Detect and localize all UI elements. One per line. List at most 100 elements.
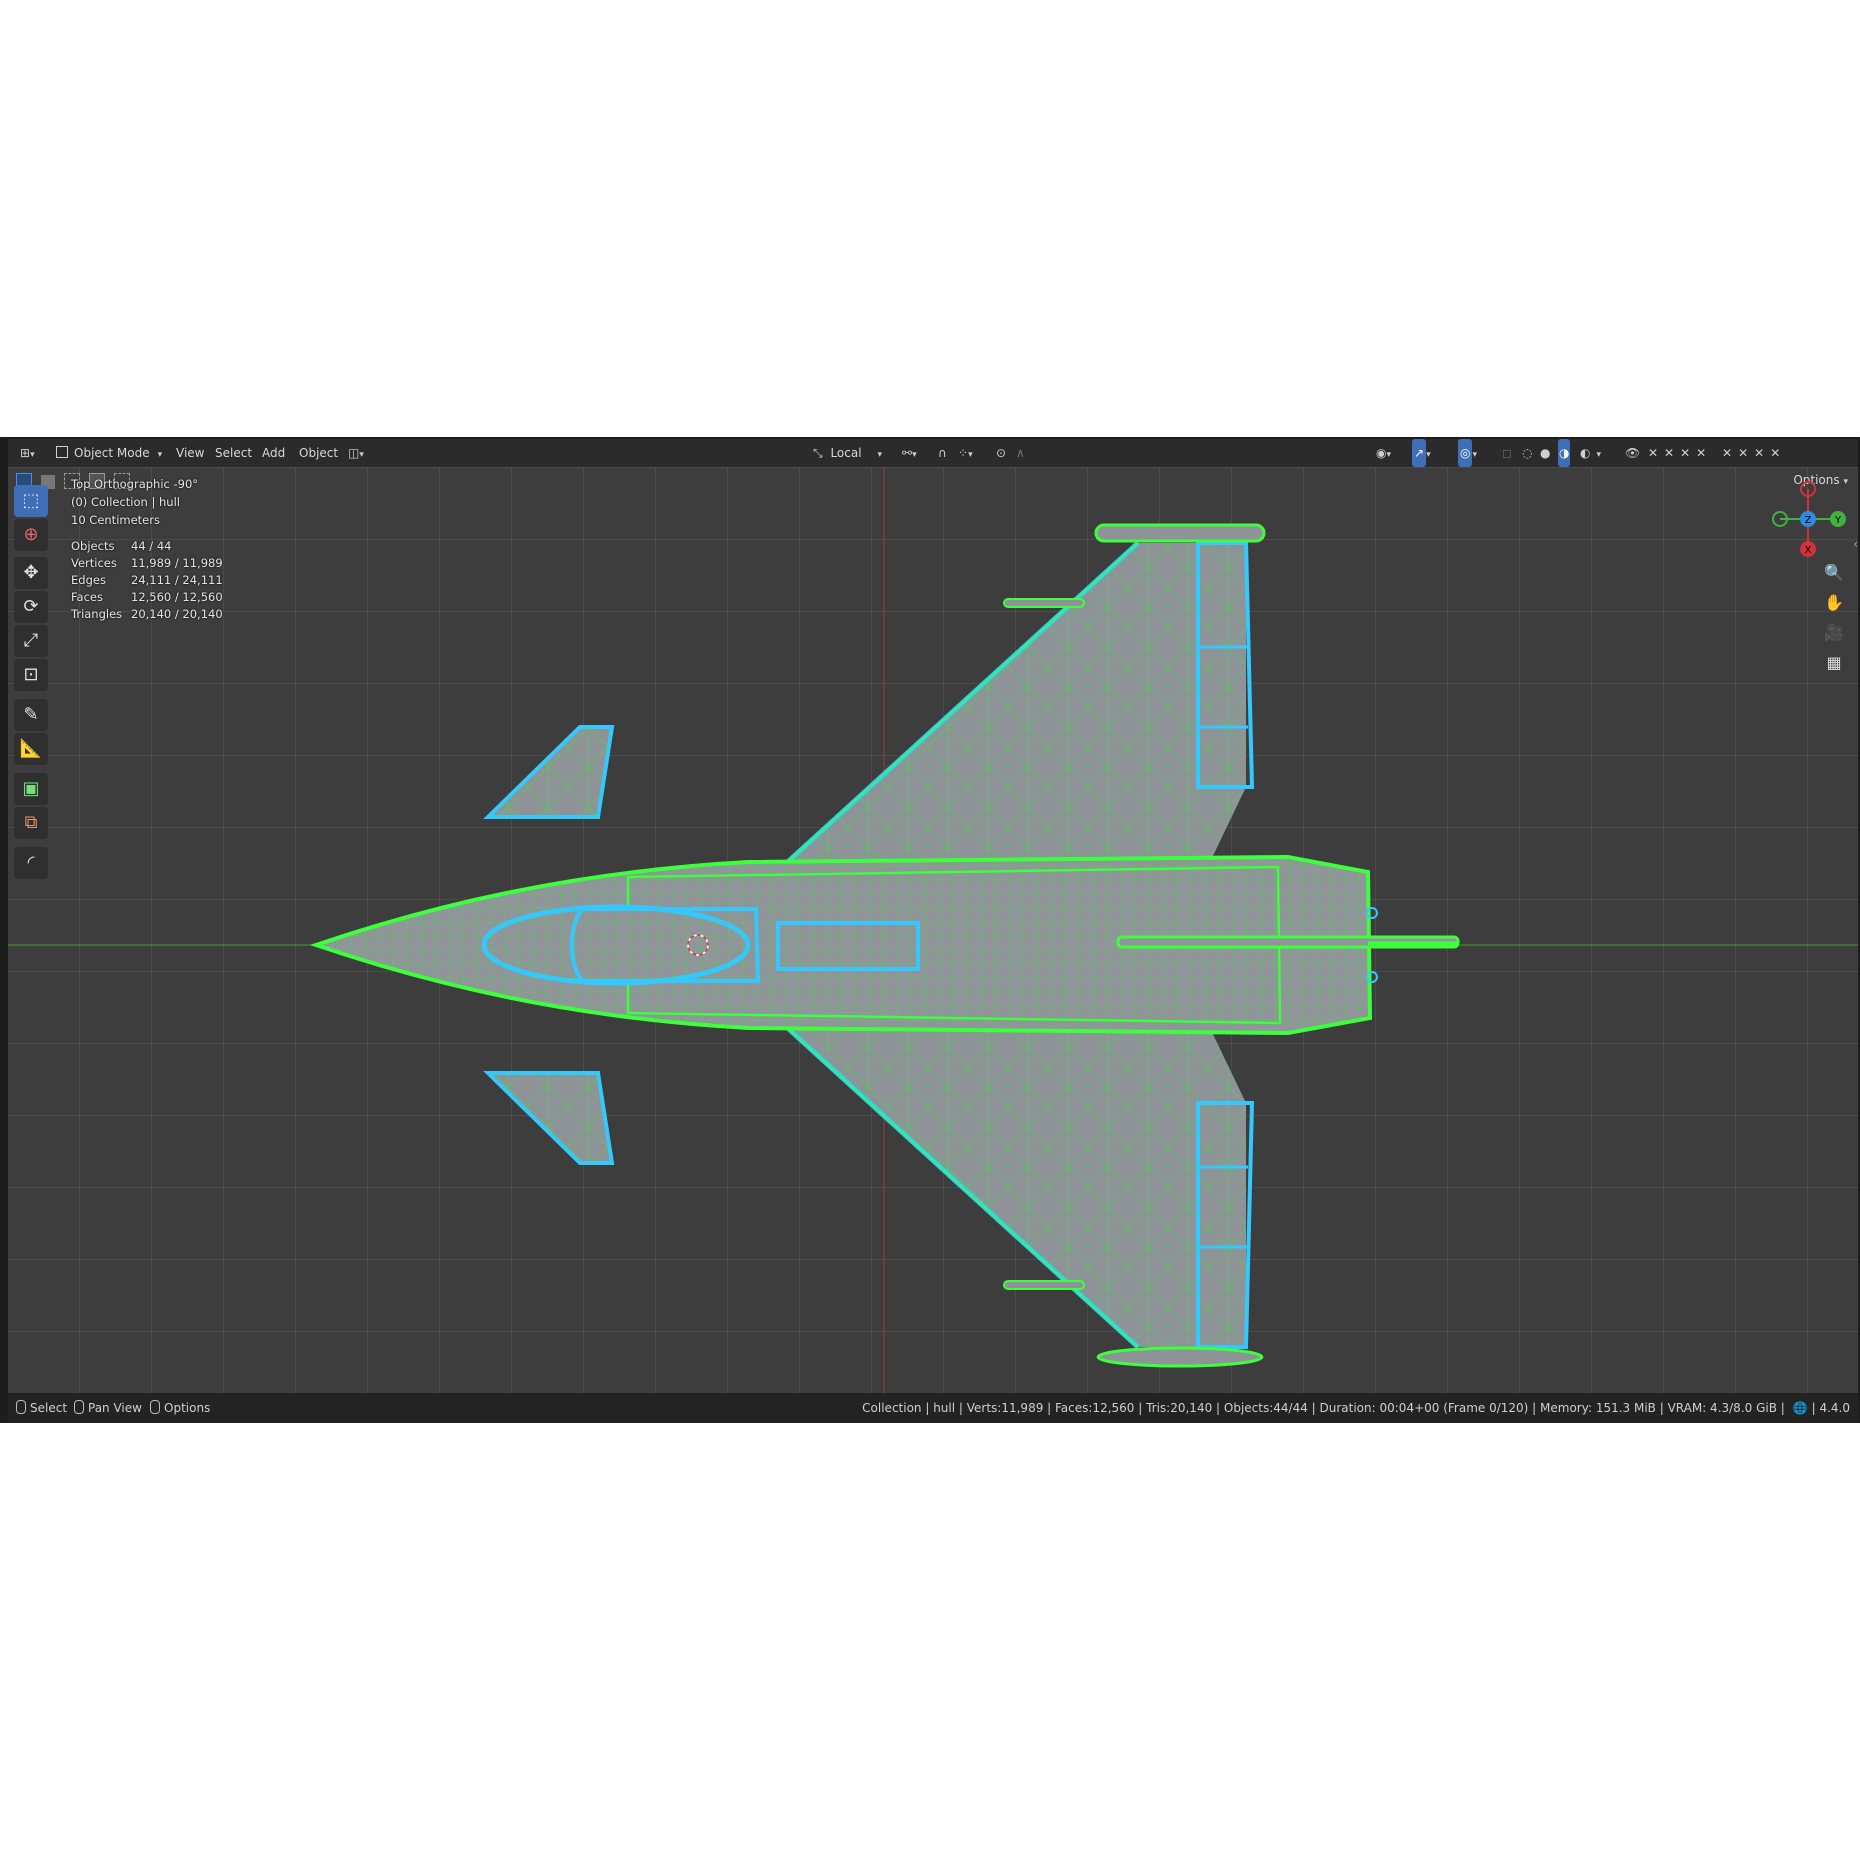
3d-viewport[interactable]: Options ▾ Top Orthographic -90° (0) Coll… (8, 467, 1858, 1393)
mode-label: Object Mode (74, 446, 150, 460)
transform-orientation-dropdown[interactable]: ⤡ Local ▾ (813, 439, 882, 467)
snap-toggle[interactable]: ∩ (938, 439, 947, 467)
stat-edges: Edges 24,111 / 24,111 (71, 573, 223, 587)
camera-icon: 🎥 (1824, 623, 1844, 642)
hint-label: Options (164, 1401, 211, 1415)
transform-pivot-icon: ⧉ (24, 812, 38, 833)
tool-move[interactable]: ✥ (14, 557, 48, 589)
canard-upper (483, 725, 615, 819)
gizmo-x-label: X (1805, 545, 1812, 556)
editor-type-button[interactable]: ⊞ ▾ (20, 439, 35, 467)
viewport-header: ⊞ ▾ Object Mode ▾ View Select Add Object … (8, 439, 1858, 467)
navigation-gizmo[interactable]: X Y Z (1768, 479, 1848, 559)
overlay-toggle[interactable]: ◎ ▾ (1458, 439, 1477, 467)
gizmo-toggle[interactable]: ↗ ▾ (1412, 439, 1431, 467)
shading-wireframe[interactable]: ◌ (1522, 439, 1532, 467)
snap-target-button[interactable]: ⁘ ▾ (958, 439, 973, 467)
tool-rotate[interactable]: ⟳ (14, 591, 48, 623)
tool-measure[interactable]: 📐 (14, 733, 48, 765)
menu-object[interactable]: Object (299, 439, 338, 467)
tool-scale[interactable]: ⤢ (14, 625, 48, 657)
layer-icon: ◫ (348, 446, 360, 460)
pivot-point-button[interactable]: ⚯ ▾ (902, 439, 917, 467)
gizmo-z-label: Z (1805, 515, 1812, 526)
shading-rendered[interactable]: ◐ ▾ (1580, 439, 1601, 467)
menu-view[interactable]: View (176, 439, 204, 467)
stat-value: 20,140 / 20,140 (131, 607, 223, 621)
pan-button[interactable]: ✋ (1820, 589, 1848, 617)
visibility-dropdown[interactable]: ◉ ▾ (1376, 439, 1391, 467)
scene-info: Collection | hull | Verts:11,989 | Faces… (862, 1401, 1785, 1415)
orientation-icon: ⤡ (813, 446, 823, 460)
status-bar: Select Pan View Options Collection | hul… (8, 1393, 1858, 1423)
tool-add-cube[interactable]: ▣ (14, 773, 48, 805)
stat-value: 24,111 / 24,111 (131, 573, 223, 587)
hint-select: Select (16, 1393, 67, 1423)
stat-value: 44 / 44 (131, 539, 172, 553)
pivot-icon: ⚯ (902, 446, 913, 460)
tool-select-box[interactable]: ⬚ (14, 485, 48, 517)
mouse-left-icon (16, 1400, 26, 1414)
overlay-icon: ◎ (1458, 439, 1473, 467)
wing-upper (756, 523, 1266, 891)
menu-add[interactable]: Add (262, 439, 285, 467)
proportional-edit-toggle[interactable]: ⊙ (996, 439, 1006, 467)
proportional-icon: ⊙ (996, 446, 1007, 460)
shading-material[interactable]: ◑ (1558, 439, 1571, 467)
restrict-icons: ✕✕✕✕ ✕✕✕✕ (1648, 446, 1787, 460)
tool-bend[interactable]: ◜ (14, 847, 48, 879)
toggle-ortho-button[interactable]: ▦ (1820, 649, 1848, 677)
chevron-down-icon: ▾ (1386, 450, 1392, 460)
falloff-button[interactable]: ∧ (1016, 439, 1025, 467)
xray-toggle[interactable]: ◻ (1502, 439, 1512, 467)
menu-select[interactable]: Select (215, 439, 252, 467)
hint-label: Pan View (88, 1401, 142, 1415)
chevron-down-icon: ▾ (968, 450, 973, 460)
wing-lower (756, 999, 1264, 1368)
tool-cursor[interactable]: ⊕ (14, 519, 48, 551)
measure-icon: 📐 (19, 738, 43, 759)
zoom-icon: 🔍 (1824, 563, 1844, 582)
tool-transform-pivot[interactable]: ⧉ (14, 807, 48, 839)
editor-type-icon: ⊞ (20, 446, 31, 460)
stat-label: Vertices (71, 556, 117, 570)
grid-scale: 10 Centimeters (71, 513, 160, 527)
tool-transform[interactable]: ⊡ (14, 659, 48, 691)
rendered-sphere-icon: ◐ (1580, 446, 1591, 460)
eye-icon: 👁 (1625, 446, 1641, 460)
solid-sphere-icon: ● (1540, 446, 1551, 460)
add-cube-icon: ▣ (22, 778, 40, 799)
hide-eye-toggle[interactable]: 👁 (1625, 439, 1640, 467)
annotate-icon: ✎ (23, 704, 39, 725)
blender-window: ⊞ ▾ Object Mode ▾ View Select Add Object … (0, 437, 1860, 1423)
collection-info: (0) Collection | hull (71, 495, 180, 509)
scale-icon: ⤢ (23, 630, 39, 651)
chevron-down-icon: ▾ (912, 450, 917, 460)
restrict-toggles[interactable]: ✕✕✕✕ ✕✕✕✕ (1648, 439, 1786, 467)
chevron-down-icon: ▾ (877, 450, 883, 460)
hand-icon: ✋ (1824, 593, 1844, 612)
stat-label: Objects (71, 539, 115, 553)
bend-icon: ◜ (27, 852, 35, 873)
zoom-button[interactable]: 🔍 (1820, 559, 1848, 587)
chevron-left-icon: ‹ (1853, 537, 1858, 551)
gpencil-button[interactable]: ◫ ▾ (348, 439, 364, 467)
stat-label: Edges (71, 573, 106, 587)
chevron-down-icon: ▾ (30, 450, 35, 460)
stat-value: 11,989 / 11,989 (131, 556, 223, 570)
sidebar-toggle[interactable]: ‹ (1853, 537, 1858, 551)
shading-solid[interactable]: ● (1540, 439, 1550, 467)
chevron-down-icon: ▾ (359, 450, 364, 460)
tool-annotate[interactable]: ✎ (14, 699, 48, 731)
chevron-down-icon: ▾ (1426, 450, 1431, 460)
object-mode-icon (56, 446, 68, 458)
mode-dropdown[interactable]: Object Mode ▾ (56, 439, 162, 467)
chevron-down-icon: ▾ (157, 450, 163, 460)
view-name: Top Orthographic -90° (71, 477, 199, 491)
viewport-scene (8, 467, 1858, 1393)
camera-view-button[interactable]: 🎥 (1820, 619, 1848, 647)
stat-faces: Faces 12,560 / 12,560 (71, 590, 223, 604)
canard-lower (483, 1071, 615, 1165)
falloff-icon: ∧ (1016, 446, 1025, 460)
blender-version: 4.4.0 (1819, 1401, 1850, 1415)
